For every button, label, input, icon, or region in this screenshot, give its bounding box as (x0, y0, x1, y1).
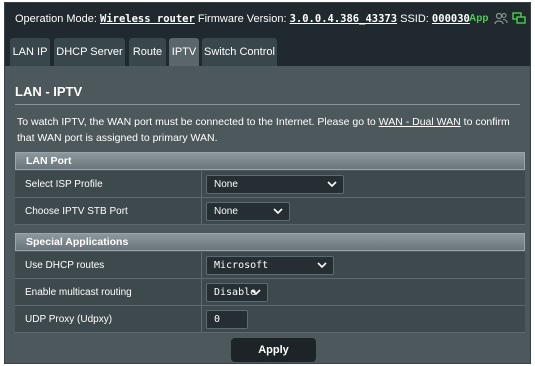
dhcp-routes-value: Microsoft (214, 260, 269, 271)
row-divider (201, 198, 202, 225)
wan-dual-wan-link[interactable]: WAN - Dual WAN (379, 116, 461, 128)
apply-button[interactable]: Apply (231, 338, 316, 362)
page-title: LAN - IPTV (15, 84, 83, 99)
chevron-down-icon (317, 262, 327, 269)
operation-mode-label: Operation Mode: (15, 13, 97, 25)
status-line: Operation Mode: Wireless router Firmware… (15, 13, 470, 25)
isp-profile-row: Select ISP Profile None (15, 171, 525, 198)
multicast-select[interactable]: Disable (206, 283, 268, 302)
row-divider (201, 306, 202, 333)
dhcp-routes-label: Use DHCP routes (25, 260, 105, 271)
row-divider (201, 252, 202, 279)
tab-iptv[interactable]: IPTV (169, 38, 199, 66)
tab-lan-ip[interactable]: LAN IP (10, 38, 50, 66)
clients-icon[interactable] (494, 12, 508, 25)
tab-route[interactable]: Route (129, 38, 166, 66)
description-text-1: To watch IPTV, the WAN port must be conn… (17, 116, 379, 128)
tab-bar: LAN IP DHCP Server Route IPTV Switch Con… (5, 34, 530, 66)
stb-port-row: Choose IPTV STB Port None (15, 198, 525, 225)
main-content: LAN - IPTV To watch IPTV, the WAN port m… (5, 66, 530, 363)
operation-mode-link[interactable]: Wireless router (100, 13, 195, 25)
row-divider (201, 171, 202, 198)
tab-switch-control[interactable]: Switch Control (202, 38, 277, 66)
chevron-down-icon (273, 208, 283, 215)
firmware-label: Firmware Version: (197, 13, 287, 25)
dhcp-routes-select[interactable]: Microsoft (206, 256, 334, 275)
app-link[interactable]: App (469, 13, 488, 24)
stb-port-select[interactable]: None (206, 202, 290, 221)
udp-proxy-row: UDP Proxy (Udpxy) 0 (15, 306, 525, 333)
tab-dhcp-server[interactable]: DHCP Server (54, 38, 125, 66)
isp-profile-select[interactable]: None (206, 175, 344, 194)
status-bar: Operation Mode: Wireless router Firmware… (5, 3, 530, 34)
ssid-link[interactable]: 000030 (432, 13, 470, 25)
stb-port-value: None (214, 206, 238, 217)
ssid-label: SSID: (400, 13, 429, 25)
lan-port-section-header: LAN Port (15, 152, 525, 170)
page-description: To watch IPTV, the WAN port must be conn… (17, 114, 517, 146)
router-panel: Operation Mode: Wireless router Firmware… (4, 2, 531, 364)
row-divider (201, 279, 202, 306)
stb-port-label: Choose IPTV STB Port (25, 206, 128, 217)
firmware-version-link[interactable]: 3.0.0.4.386_43373 (290, 13, 397, 25)
multicast-value: Disable (214, 287, 257, 298)
isp-profile-label: Select ISP Profile (25, 179, 103, 190)
chevron-down-icon (327, 181, 337, 188)
title-divider (15, 104, 520, 105)
udp-proxy-input[interactable]: 0 (206, 310, 248, 329)
isp-profile-value: None (214, 179, 238, 190)
special-apps-section-header: Special Applications (15, 233, 525, 251)
multicast-row: Enable multicast routing Disable (15, 279, 525, 306)
network-icon[interactable] (512, 12, 526, 25)
chevron-down-icon (251, 289, 261, 296)
udp-proxy-label: UDP Proxy (Udpxy) (25, 314, 113, 325)
multicast-label: Enable multicast routing (25, 287, 132, 298)
dhcp-routes-row: Use DHCP routes Microsoft (15, 252, 525, 279)
